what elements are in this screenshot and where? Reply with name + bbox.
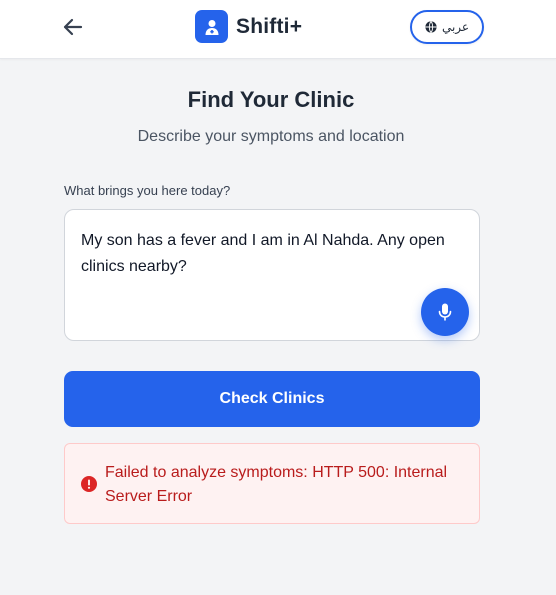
brand: Shifti+ bbox=[195, 10, 302, 43]
check-clinics-button[interactable]: Check Clinics bbox=[64, 371, 480, 427]
symptom-input[interactable]: My son has a fever and I am in Al Nahda.… bbox=[81, 228, 461, 300]
error-message: Failed to analyze symptoms: HTTP 500: In… bbox=[105, 464, 448, 505]
error-circle-icon bbox=[81, 476, 97, 492]
symptom-field-label: What brings you here today? bbox=[64, 183, 231, 198]
symptom-input-container: My son has a fever and I am in Al Nahda.… bbox=[64, 209, 480, 341]
page-title: Find Your Clinic bbox=[187, 87, 355, 112]
brand-name: Shifti+ bbox=[236, 14, 303, 38]
top-bar: Shifti+ عربي bbox=[0, 0, 556, 59]
back-button[interactable] bbox=[58, 12, 88, 42]
voice-input-button[interactable] bbox=[421, 288, 469, 336]
globe-icon bbox=[425, 21, 437, 33]
language-label: عربي bbox=[441, 20, 470, 34]
page-subtitle: Describe your symptoms and location bbox=[137, 128, 405, 145]
error-alert: Failed to analyze symptoms: HTTP 500: In… bbox=[64, 443, 480, 524]
arrow-left-icon bbox=[63, 18, 83, 36]
language-toggle-button[interactable]: عربي bbox=[410, 10, 484, 44]
microphone-icon bbox=[438, 303, 452, 321]
doctor-icon bbox=[195, 10, 228, 43]
